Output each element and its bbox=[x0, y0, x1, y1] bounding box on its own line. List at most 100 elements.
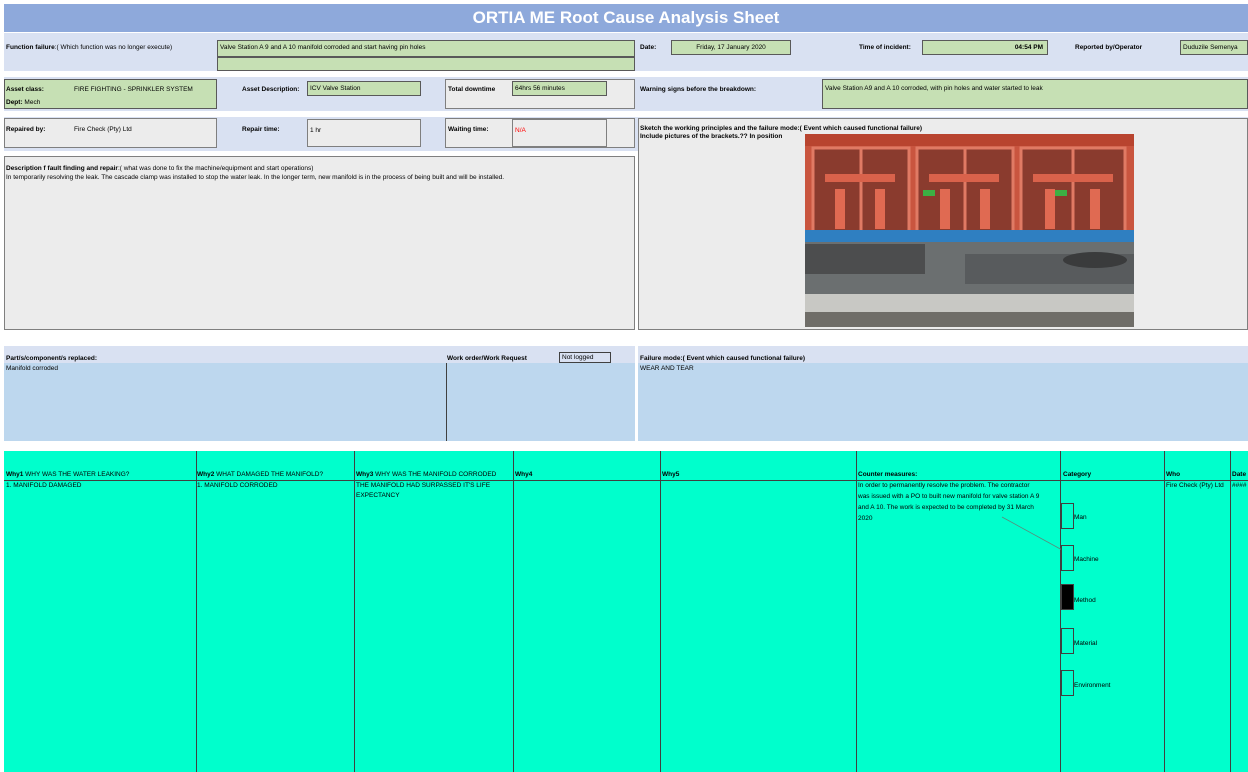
parts-value: Manifold corroded bbox=[6, 365, 59, 372]
failure-mode-value: WEAR AND TEAR bbox=[640, 365, 694, 372]
why3-question: WHY WAS THE MANIFOLD CORRODED bbox=[375, 471, 497, 478]
parts-divider bbox=[446, 363, 447, 441]
whys-col-divider bbox=[660, 451, 661, 772]
whys-col-divider bbox=[1164, 451, 1165, 772]
why5-header: Why5 bbox=[662, 471, 680, 478]
repair-time-field[interactable]: 1 hr bbox=[307, 119, 421, 147]
date-header: Date bbox=[1232, 471, 1247, 478]
whys-col-divider bbox=[1060, 451, 1061, 772]
warning-label: Warning signs before the breakdown: bbox=[640, 86, 757, 93]
why4-header: Why4 bbox=[515, 471, 533, 478]
reported-by-field[interactable]: Duduzile Semenya bbox=[1180, 40, 1248, 55]
category-header: Category bbox=[1063, 471, 1092, 478]
work-order-label: Work order/Work Request bbox=[447, 355, 527, 362]
category-man-checkbox[interactable] bbox=[1061, 503, 1074, 529]
category-machine-label: Machine bbox=[1074, 556, 1099, 563]
function-failure-label: Function failure:( Which function was no… bbox=[6, 44, 172, 51]
reported-by-value: Duduzile Semenya bbox=[1183, 44, 1238, 51]
description-hint: :( what was done to fix the machine/equi… bbox=[117, 165, 314, 172]
counter-measure-line: 2020 bbox=[858, 515, 873, 522]
dept-label: Dept: bbox=[6, 99, 23, 106]
parts-body bbox=[4, 363, 635, 441]
counter-measures-header: Counter measures: bbox=[858, 471, 918, 478]
whys-header-divider bbox=[4, 480, 1248, 481]
who-value: Fire Check (Pty) Ltd bbox=[1166, 482, 1224, 489]
counter-measure-line: was issued with a PO to built new manifo… bbox=[858, 493, 1040, 500]
failure-mode-body bbox=[638, 363, 1248, 441]
work-order-value: Not logged bbox=[562, 354, 594, 361]
whys-col-divider bbox=[513, 451, 514, 772]
repaired-box bbox=[4, 118, 217, 148]
asset-desc-value: ICV Valve Station bbox=[310, 85, 361, 92]
time-incident-value: 04:54 PM bbox=[1014, 44, 1043, 51]
why3-answer-line2: EXPECTANCY bbox=[356, 492, 400, 499]
repair-time-value: 1 hr bbox=[310, 127, 322, 134]
description-text: In temporarily resolving the leak. The c… bbox=[6, 174, 505, 181]
counter-measure-line: In order to permanently resolve the prob… bbox=[858, 482, 1030, 489]
description-label: Description f fault finding and repair bbox=[6, 165, 118, 172]
why3-label: Why3 bbox=[356, 471, 374, 478]
date-label: Date: bbox=[640, 44, 657, 51]
why3-answer-line1: THE MANIFOLD HAD SURPASSED IT'S LIFE bbox=[356, 482, 491, 489]
time-incident-field[interactable]: 04:54 PM bbox=[922, 40, 1048, 55]
category-machine-checkbox[interactable] bbox=[1061, 545, 1074, 571]
why3-header: Why3 WHY WAS THE MANIFOLD CORRODED bbox=[356, 471, 496, 478]
why2-question: WHAT DAMAGED THE MANIFOLD? bbox=[216, 471, 324, 478]
repaired-label: Repaired by: bbox=[6, 126, 46, 133]
asset-class-value: FIRE FIGHTING - SPRINKLER SYSTEM bbox=[74, 86, 193, 93]
who-header: Who bbox=[1166, 471, 1181, 478]
date-value: Friday, 17 January 2020 bbox=[696, 44, 766, 51]
dept-line: Dept: Mech bbox=[6, 99, 40, 106]
category-environment-label: Environment bbox=[1074, 682, 1111, 689]
downtime-value: 64hrs 56 minutes bbox=[515, 85, 565, 92]
waiting-value: N/A bbox=[515, 127, 526, 134]
why1-header: Why1 WHY WAS THE WATER LEAKING? bbox=[6, 471, 129, 478]
dept-value: Mech bbox=[24, 99, 41, 106]
connector-line bbox=[1001, 516, 1065, 552]
valve-station-photo-image bbox=[805, 134, 1134, 327]
whys-col-divider bbox=[856, 451, 857, 772]
why2-answer: 1. MANIFOLD CORRODED bbox=[197, 482, 278, 489]
why1-label: Why1 bbox=[6, 471, 24, 478]
repair-time-label: Repair time: bbox=[242, 126, 280, 133]
parts-header-band bbox=[4, 346, 635, 363]
asset-desc-label: Asset Description: bbox=[242, 86, 300, 93]
warning-field[interactable]: Valve Station A9 and A 10 corroded, with… bbox=[822, 79, 1248, 109]
repaired-value: Fire Check (Pty) Ltd bbox=[74, 126, 132, 133]
category-method-checkbox[interactable] bbox=[1061, 584, 1074, 610]
valve-station-photo bbox=[805, 134, 1134, 327]
why2-header: Why2 WHAT DAMAGED THE MANIFOLD? bbox=[197, 471, 323, 478]
sketch-sublabel: Include pictures of the brackets.?? In p… bbox=[640, 133, 783, 140]
sheet-title: ORTIA ME Root Cause Analysis Sheet bbox=[4, 4, 1248, 32]
downtime-field[interactable]: 64hrs 56 minutes bbox=[512, 81, 607, 96]
whys-col-divider bbox=[196, 451, 197, 772]
category-environment-checkbox[interactable] bbox=[1061, 670, 1074, 696]
sketch-label: Sketch the working principles and the fa… bbox=[640, 125, 923, 132]
whys-table bbox=[4, 451, 1248, 772]
description-panel bbox=[4, 156, 635, 330]
downtime-label: Total downtime bbox=[448, 86, 496, 93]
waiting-field[interactable]: N/A bbox=[512, 119, 607, 147]
category-material-label: Material bbox=[1074, 640, 1098, 647]
function-failure-field-extra[interactable] bbox=[217, 57, 635, 71]
why1-question: WHY WAS THE WATER LEAKING? bbox=[25, 471, 130, 478]
category-method-label: Method bbox=[1074, 597, 1096, 604]
warning-value: Valve Station A9 and A 10 corroded, with… bbox=[825, 85, 1043, 92]
date-value: #### bbox=[1232, 482, 1247, 489]
asset-class-label: Asset class: bbox=[6, 86, 44, 93]
why2-label: Why2 bbox=[197, 471, 215, 478]
category-man-label: Man bbox=[1074, 514, 1087, 521]
function-failure-title: Function failure bbox=[6, 44, 55, 51]
why1-answer: 1. MANIFOLD DAMAGED bbox=[6, 482, 82, 489]
date-field[interactable]: Friday, 17 January 2020 bbox=[671, 40, 791, 55]
asset-desc-field[interactable]: ICV Valve Station bbox=[307, 81, 421, 96]
whys-col-divider bbox=[1230, 451, 1231, 772]
work-order-field[interactable]: Not logged bbox=[559, 352, 611, 363]
waiting-label: Waiting time: bbox=[448, 126, 489, 133]
function-failure-field[interactable]: Valve Station A 9 and A 10 manifold corr… bbox=[217, 40, 635, 57]
time-incident-label: Time of incident: bbox=[859, 44, 911, 51]
description-heading: Description f fault finding and repair:(… bbox=[6, 165, 313, 172]
category-material-checkbox[interactable] bbox=[1061, 628, 1074, 654]
whys-col-divider bbox=[354, 451, 355, 772]
reported-by-label: Reported by/Operator bbox=[1075, 44, 1143, 51]
